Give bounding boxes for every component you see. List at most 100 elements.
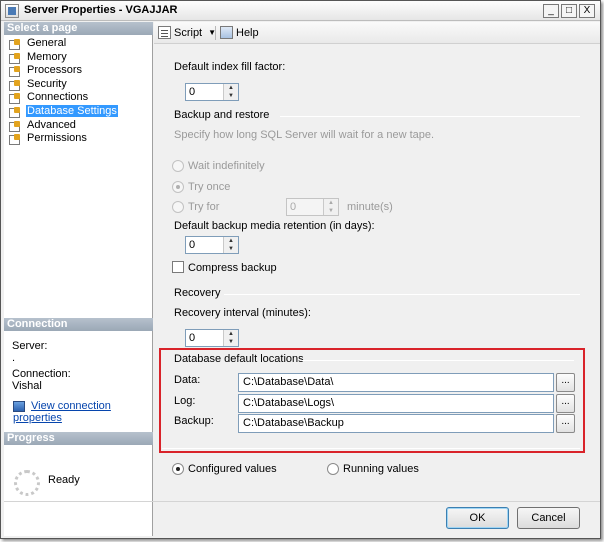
page-item-connections[interactable]: Connections <box>4 91 153 105</box>
try-once-label: Try once <box>188 181 231 193</box>
down-arrow-icon[interactable]: ▼ <box>224 92 238 100</box>
page-label: Connections <box>27 91 89 104</box>
down-arrow-icon[interactable]: ▼ <box>324 207 338 215</box>
wait-indefinitely-radio[interactable] <box>172 160 184 172</box>
page-label: Memory <box>27 50 67 63</box>
backup-browse-button[interactable]: ... <box>556 414 575 433</box>
minimize-button[interactable]: _ <box>543 4 559 18</box>
running-values-radio[interactable] <box>327 463 339 475</box>
help-icon <box>220 26 233 39</box>
page-list: General Memory Processors Security Conne… <box>4 37 153 146</box>
view-connection-properties[interactable]: View connection properties <box>13 400 152 424</box>
log-browse-button[interactable]: ... <box>556 394 575 413</box>
try-for-value: 0 <box>290 201 297 213</box>
page-label: Advanced <box>27 118 76 131</box>
page-icon <box>9 39 21 50</box>
view-connection-link[interactable]: View connection properties <box>13 400 111 424</box>
configured-values-radio[interactable] <box>172 463 184 475</box>
window-controls: _ □ X <box>543 4 595 18</box>
help-button[interactable]: Help <box>220 26 259 39</box>
minutes-unit-label: minute(s) <box>347 201 393 213</box>
try-once-radio[interactable] <box>172 181 184 193</box>
progress-status: Ready <box>48 474 80 486</box>
locations-group-title: Database default locations <box>174 353 304 365</box>
up-arrow-icon[interactable]: ▲ <box>224 237 238 245</box>
page-item-security[interactable]: Security <box>4 78 153 92</box>
progress-header: Progress <box>4 432 153 445</box>
page-icon <box>9 93 21 105</box>
page-item-general[interactable]: General <box>4 37 153 51</box>
server-label: Server: <box>12 340 48 352</box>
spinner-arrows[interactable]: ▲ ▼ <box>223 84 238 100</box>
script-label: Script <box>174 26 203 39</box>
data-path-input[interactable]: C:\Database\Data\ <box>238 373 554 392</box>
group-divider <box>224 294 580 295</box>
recovery-group-title: Recovery <box>174 287 221 299</box>
up-arrow-icon[interactable]: ▲ <box>224 84 238 92</box>
spinner-arrows[interactable]: ▲ ▼ <box>223 237 238 253</box>
maximize-button[interactable]: □ <box>561 4 577 18</box>
page-item-processors[interactable]: Processors <box>4 64 153 78</box>
page-item-database-settings[interactable]: Database Settings <box>4 104 153 119</box>
server-value: . <box>12 352 16 364</box>
connection-header: Connection <box>4 318 153 331</box>
data-browse-button[interactable]: ... <box>556 373 575 392</box>
left-pane: Select a page General Memory Processors … <box>4 22 153 536</box>
up-arrow-icon[interactable]: ▲ <box>224 330 238 338</box>
page-label: Database Settings <box>26 104 118 117</box>
progress-spinner-icon <box>14 470 40 496</box>
close-button[interactable]: X <box>579 4 595 18</box>
try-for-radio[interactable] <box>172 201 184 213</box>
configured-values-label: Configured values <box>188 463 277 475</box>
spinner-arrows[interactable]: ▲ ▼ <box>223 330 238 346</box>
compress-backup-checkbox[interactable] <box>172 261 184 273</box>
help-label: Help <box>236 26 259 39</box>
page-icon <box>9 79 21 91</box>
backup-restore-group-title: Backup and restore <box>174 109 270 121</box>
page-label: Processors <box>27 64 83 77</box>
down-arrow-icon[interactable]: ▼ <box>224 245 238 253</box>
down-arrow-icon[interactable]: ▼ <box>224 338 238 346</box>
page-item-advanced[interactable]: Advanced <box>4 119 153 133</box>
group-divider <box>302 360 574 361</box>
group-divider <box>280 116 580 117</box>
title-bar[interactable]: Server Properties - VGAJJAR _ □ X <box>1 1 600 21</box>
page-icon <box>9 134 21 146</box>
page-label: Security <box>27 77 67 90</box>
spinner-arrows[interactable]: ▲ ▼ <box>323 199 338 215</box>
fill-factor-value: 0 <box>189 86 196 98</box>
log-path-label: Log: <box>174 395 196 407</box>
connection-label: Connection: <box>12 368 71 380</box>
fill-factor-label: Default index fill factor: <box>174 61 286 73</box>
page-icon <box>9 66 21 78</box>
script-button[interactable]: Script ▼ <box>158 26 216 39</box>
select-page-header: Select a page <box>4 22 153 35</box>
fill-factor-spinner[interactable]: 0 ▲ ▼ <box>185 83 239 101</box>
page-icon <box>9 106 21 118</box>
connection-value: Vishal <box>12 380 42 392</box>
page-item-permissions[interactable]: Permissions <box>4 132 153 146</box>
cancel-button[interactable]: Cancel <box>517 507 580 529</box>
retention-spinner[interactable]: 0 ▲ ▼ <box>185 236 239 254</box>
log-path-input[interactable]: C:\Database\Logs\ <box>238 394 554 413</box>
group-divider <box>162 448 580 449</box>
backup-description: Specify how long SQL Server will wait fo… <box>174 129 435 141</box>
try-for-spinner[interactable]: 0 ▲ ▼ <box>286 198 339 216</box>
retention-value: 0 <box>189 239 196 251</box>
connection-properties-icon <box>13 400 25 412</box>
recovery-interval-spinner[interactable]: 0 ▲ ▼ <box>185 329 239 347</box>
recovery-interval-label: Recovery interval (minutes): <box>174 307 311 319</box>
wait-indefinitely-label: Wait indefinitely <box>188 160 265 172</box>
backup-path-label: Backup: <box>174 415 214 427</box>
connection-info: Server: . Connection: Vishal <box>12 340 71 392</box>
ok-button[interactable]: OK <box>446 507 509 529</box>
page-label: Permissions <box>27 132 87 145</box>
page-icon <box>9 52 21 64</box>
up-arrow-icon[interactable]: ▲ <box>324 199 338 207</box>
page-item-memory[interactable]: Memory <box>4 51 153 65</box>
retention-label: Default backup media retention (in days)… <box>174 220 375 232</box>
compress-backup-label: Compress backup <box>188 262 277 274</box>
page-label: General <box>27 37 67 49</box>
backup-path-input[interactable]: C:\Database\Backup <box>238 414 554 433</box>
running-values-label: Running values <box>343 463 419 475</box>
